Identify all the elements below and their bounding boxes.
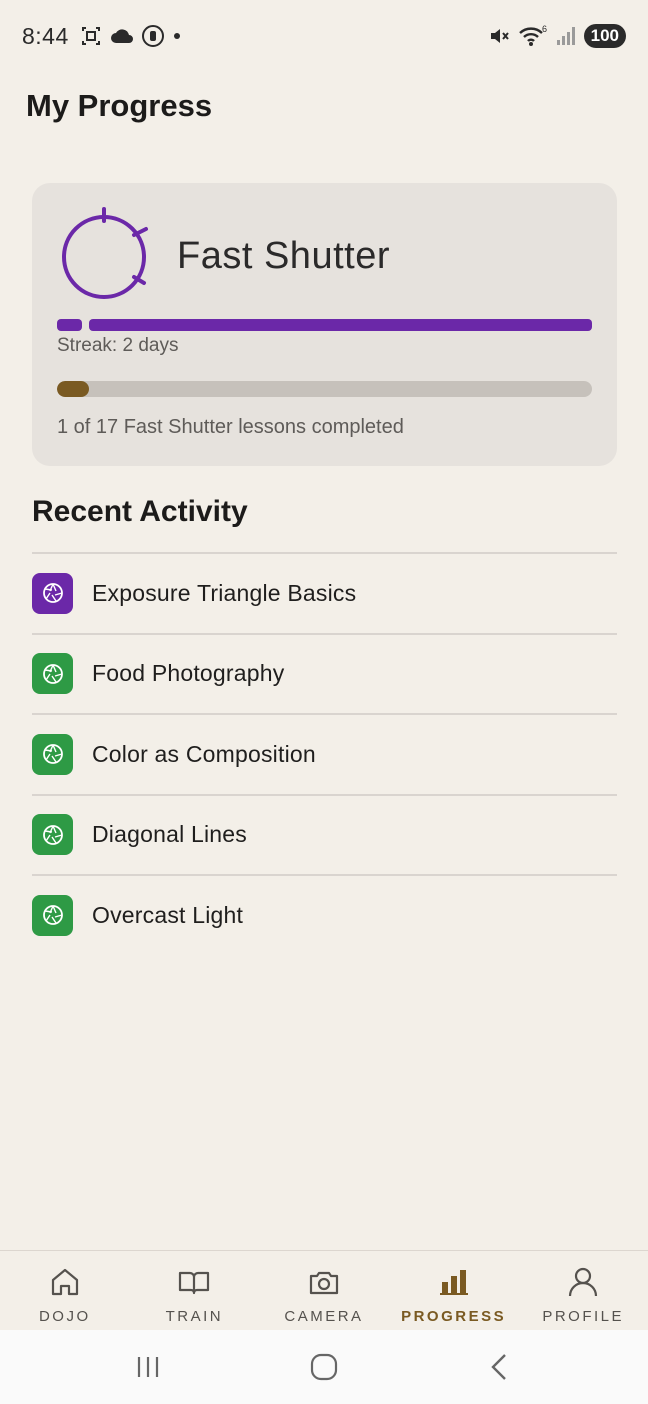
- lesson-progress-fill: [57, 381, 89, 397]
- person-icon: [569, 1267, 598, 1297]
- streak-bar: [57, 319, 593, 331]
- bottom-nav: DOJO TRAIN CAMERA PROGRESS PROFILE: [0, 1250, 648, 1330]
- status-time: 8:44: [22, 22, 69, 49]
- camera-icon: [309, 1271, 339, 1295]
- gallery-icon: [81, 27, 100, 45]
- streak-segment: [89, 319, 592, 331]
- notification-icons: [79, 24, 183, 48]
- aperture-icon: [32, 572, 73, 614]
- nav-label: CAMERA: [284, 1308, 364, 1325]
- activity-item[interactable]: Exposure Triangle Basics: [32, 552, 617, 633]
- home-icon: [51, 1268, 78, 1296]
- recent-activity-title: Recent Activity: [32, 495, 248, 528]
- nav-item-dojo[interactable]: DOJO: [0, 1251, 130, 1330]
- book-icon: [179, 1271, 210, 1295]
- nav-label: PROGRESS: [401, 1308, 507, 1325]
- activity-item[interactable]: Diagonal Lines: [32, 793, 617, 875]
- page-title: My Progress: [26, 88, 213, 123]
- activity-label: Overcast Light: [92, 901, 244, 928]
- nav-label: TRAIN: [165, 1308, 224, 1325]
- streak-label: Streak: 2 days: [57, 335, 179, 356]
- status-bar: 8:44 6 100: [0, 0, 648, 72]
- nav-label: DOJO: [38, 1308, 91, 1325]
- aperture-icon: [32, 814, 73, 856]
- watch-icon: [141, 25, 164, 47]
- cell-signal-icon: [556, 27, 575, 45]
- bar-chart-icon: [439, 1270, 468, 1295]
- course-title: Fast Shutter: [177, 235, 390, 277]
- activity-label: Color as Composition: [92, 740, 316, 767]
- activity-label: Diagonal Lines: [92, 821, 247, 848]
- battery-indicator: 100: [583, 24, 626, 48]
- aperture-icon: [32, 733, 73, 775]
- activity-label: Food Photography: [92, 660, 285, 687]
- nav-item-profile[interactable]: PROFILE: [518, 1251, 648, 1330]
- dot-icon: [173, 33, 180, 39]
- system-nav-bar: [0, 1330, 648, 1404]
- wifi-icon: 6: [518, 24, 547, 46]
- recent-apps-icon[interactable]: [133, 1353, 163, 1381]
- status-right: 6 100: [487, 24, 626, 48]
- activity-label: Exposure Triangle Basics: [92, 579, 357, 606]
- activity-item[interactable]: Food Photography: [32, 632, 617, 714]
- lesson-progress-label: 1 of 17 Fast Shutter lessons completed: [57, 416, 404, 438]
- streak-segment: [57, 319, 82, 331]
- activity-item[interactable]: Color as Composition: [32, 713, 617, 794]
- aperture-icon: [32, 894, 73, 936]
- nav-item-train[interactable]: TRAIN: [130, 1251, 260, 1330]
- nav-item-progress[interactable]: PROGRESS: [389, 1251, 519, 1330]
- back-icon[interactable]: [485, 1352, 515, 1382]
- recent-activity-list: Exposure Triangle Basics Food Photograph…: [32, 552, 617, 955]
- shutter-timer-icon: [62, 207, 148, 299]
- network-type-label: 6: [542, 24, 547, 34]
- status-left: 8:44: [22, 23, 183, 50]
- home-button-icon[interactable]: [309, 1352, 339, 1382]
- activity-item[interactable]: Overcast Light: [32, 874, 617, 955]
- cloud-icon: [110, 29, 133, 43]
- nav-item-camera[interactable]: CAMERA: [259, 1251, 389, 1330]
- lesson-progress-bar: [57, 381, 592, 397]
- nav-label: PROFILE: [542, 1308, 625, 1325]
- mute-icon: [490, 29, 509, 43]
- aperture-icon: [32, 653, 73, 695]
- course-progress-card[interactable]: Fast Shutter Streak: 2 days 1 of 17 Fast…: [32, 183, 617, 466]
